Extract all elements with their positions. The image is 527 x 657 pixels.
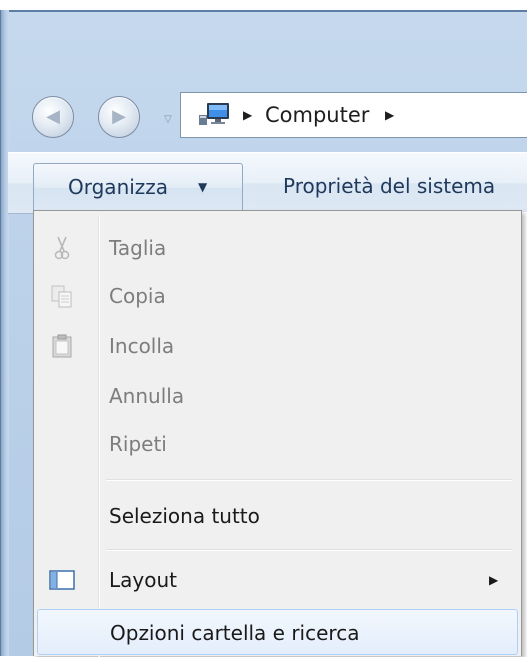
menu-item-cut[interactable]: Taglia xyxy=(37,225,518,271)
menu-item-copy[interactable]: Copia xyxy=(37,273,518,319)
menu-item-label: Copia xyxy=(109,284,166,308)
forward-arrow-icon: ▶ xyxy=(112,106,126,127)
menu-item-label: Incolla xyxy=(109,334,175,358)
copy-icon xyxy=(51,285,72,308)
menu-separator xyxy=(106,479,512,481)
clipboard-icon xyxy=(52,334,72,358)
menu-item-label: Ripeti xyxy=(109,432,167,456)
menu-separator xyxy=(106,549,512,551)
window-frame-top xyxy=(0,10,527,12)
back-button[interactable]: ◀ xyxy=(32,96,74,138)
menu-item-paste[interactable]: Incolla xyxy=(37,323,518,369)
menu-item-label: Opzioni cartella e ricerca xyxy=(110,621,360,645)
breadcrumb-expand-icon[interactable]: ▶ xyxy=(385,93,394,137)
recent-pages-dropdown-icon[interactable]: ▽ xyxy=(160,112,176,128)
organize-menu: Taglia Copia Incolla Annulla Ripeti Sele… xyxy=(33,210,522,657)
address-bar[interactable]: ▶ Computer ▶ xyxy=(180,92,527,138)
breadcrumb-computer[interactable]: Computer xyxy=(265,93,369,137)
menu-item-label: Layout xyxy=(109,568,177,592)
chevron-down-icon: ▼ xyxy=(198,180,208,194)
scissors-icon xyxy=(54,236,70,260)
content-pane-edge xyxy=(522,212,527,656)
forward-button[interactable]: ▶ xyxy=(98,96,140,138)
window-frame-left xyxy=(0,10,9,656)
menu-item-label: Seleziona tutto xyxy=(109,504,260,528)
menu-item-redo[interactable]: Ripeti xyxy=(37,421,518,467)
organize-label: Organizza xyxy=(68,175,169,199)
layout-icon xyxy=(49,570,75,590)
menu-item-folder-options[interactable]: Opzioni cartella e ricerca xyxy=(37,609,518,655)
explorer-window: ◀ ▶ ▽ ▶ Computer ▶ Organizza ▼ Proprietà… xyxy=(0,0,527,657)
menu-item-label: Taglia xyxy=(109,236,167,260)
menu-item-select-all[interactable]: Seleziona tutto xyxy=(37,493,518,539)
back-arrow-icon: ◀ xyxy=(46,106,60,127)
menu-item-undo[interactable]: Annulla xyxy=(37,373,518,419)
menu-item-label: Annulla xyxy=(109,384,185,408)
breadcrumb-separator-icon[interactable]: ▶ xyxy=(243,93,252,137)
computer-icon xyxy=(199,103,229,125)
organize-button[interactable]: Organizza ▼ xyxy=(33,163,243,211)
system-properties-button[interactable]: Proprietà del sistema xyxy=(283,163,495,209)
menu-item-layout[interactable]: Layout ▶ xyxy=(37,557,518,603)
submenu-arrow-icon: ▶ xyxy=(489,573,499,587)
